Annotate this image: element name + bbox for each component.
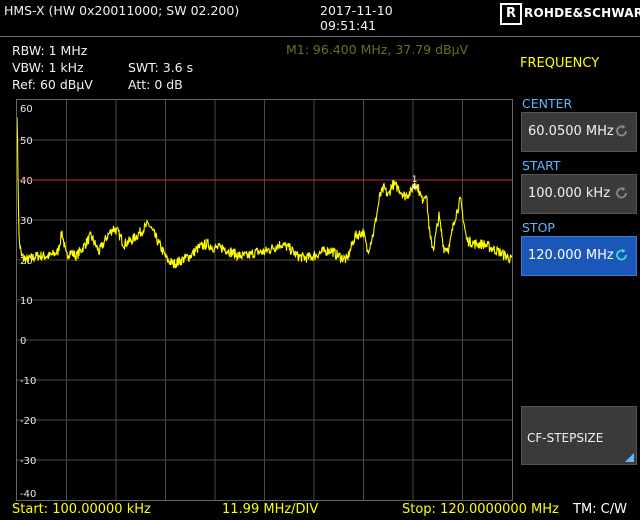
footer-trace-mode: TM: C/W (573, 502, 627, 517)
center-frequency-value: 60.0500 MHz (528, 124, 614, 139)
header-divider (0, 36, 640, 37)
cf-stepsize-label: CF-STEPSIZE (527, 431, 604, 445)
swt-readout: SWT: 3.6 s (128, 60, 194, 75)
time: 09:51:41 (320, 18, 377, 33)
y-tick-label: 0 (20, 336, 26, 347)
y-tick-label: -20 (20, 416, 36, 427)
center-label: CENTER (522, 96, 573, 111)
menu-title: FREQUENCY (520, 56, 600, 71)
y-tick-label: 60 (20, 104, 33, 115)
stop-frequency-value: 120.000 MHz (528, 248, 614, 263)
y-tick-label: -10 (20, 376, 36, 387)
start-frequency-button[interactable]: 100.000 kHz (521, 174, 637, 214)
submenu-corner-icon (625, 453, 634, 462)
marker-label: 1 (412, 175, 418, 185)
device-info: HMS-X (HW 0x20011000; SW 02.200) (4, 3, 240, 18)
rbw-readout: RBW: 1 MHz (12, 43, 88, 58)
cf-stepsize-button[interactable]: CF-STEPSIZE (521, 406, 637, 465)
ref-level-readout: Ref: 60 dBµV (12, 77, 93, 92)
rotary-knob-icon (616, 248, 627, 261)
y-tick-label: 40 (20, 176, 33, 187)
footer-start: Start: 100.00000 kHz (12, 502, 151, 517)
spectrum-display[interactable]: 60 50 40 30 20 10 0 -10 -20 -30 -40 1 (16, 99, 513, 501)
stop-label: STOP (522, 220, 555, 235)
footer-div: 11.99 MHz/DIV (222, 502, 319, 517)
y-tick-label: 50 (20, 136, 33, 147)
rotary-knob-icon (616, 124, 627, 137)
y-tick-label: -30 (20, 456, 36, 467)
attenuation-readout: Att: 0 dB (128, 77, 183, 92)
footer-stop: Stop: 120.0000000 MHz (402, 502, 559, 517)
date: 2017-11-10 (320, 3, 393, 18)
rotary-knob-icon (616, 186, 627, 199)
stop-frequency-button[interactable]: 120.000 MHz (521, 236, 637, 276)
y-tick-label: 30 (20, 216, 33, 227)
rs-logo-icon: R (500, 3, 522, 25)
brand-name: ROHDE&SCHWARZ (524, 6, 640, 20)
center-frequency-button[interactable]: 60.0500 MHz (521, 112, 637, 152)
y-tick-label: 10 (20, 296, 33, 307)
y-tick-label: -40 (20, 489, 36, 500)
marker-readout: M1: 96.400 MHz, 37.79 dBµV (286, 42, 469, 57)
spectrum-plot: 6050403020100-10-20-30-401 (17, 100, 512, 500)
vbw-readout: VBW: 1 kHz (12, 60, 84, 75)
start-label: START (522, 158, 561, 173)
start-frequency-value: 100.000 kHz (528, 186, 611, 201)
